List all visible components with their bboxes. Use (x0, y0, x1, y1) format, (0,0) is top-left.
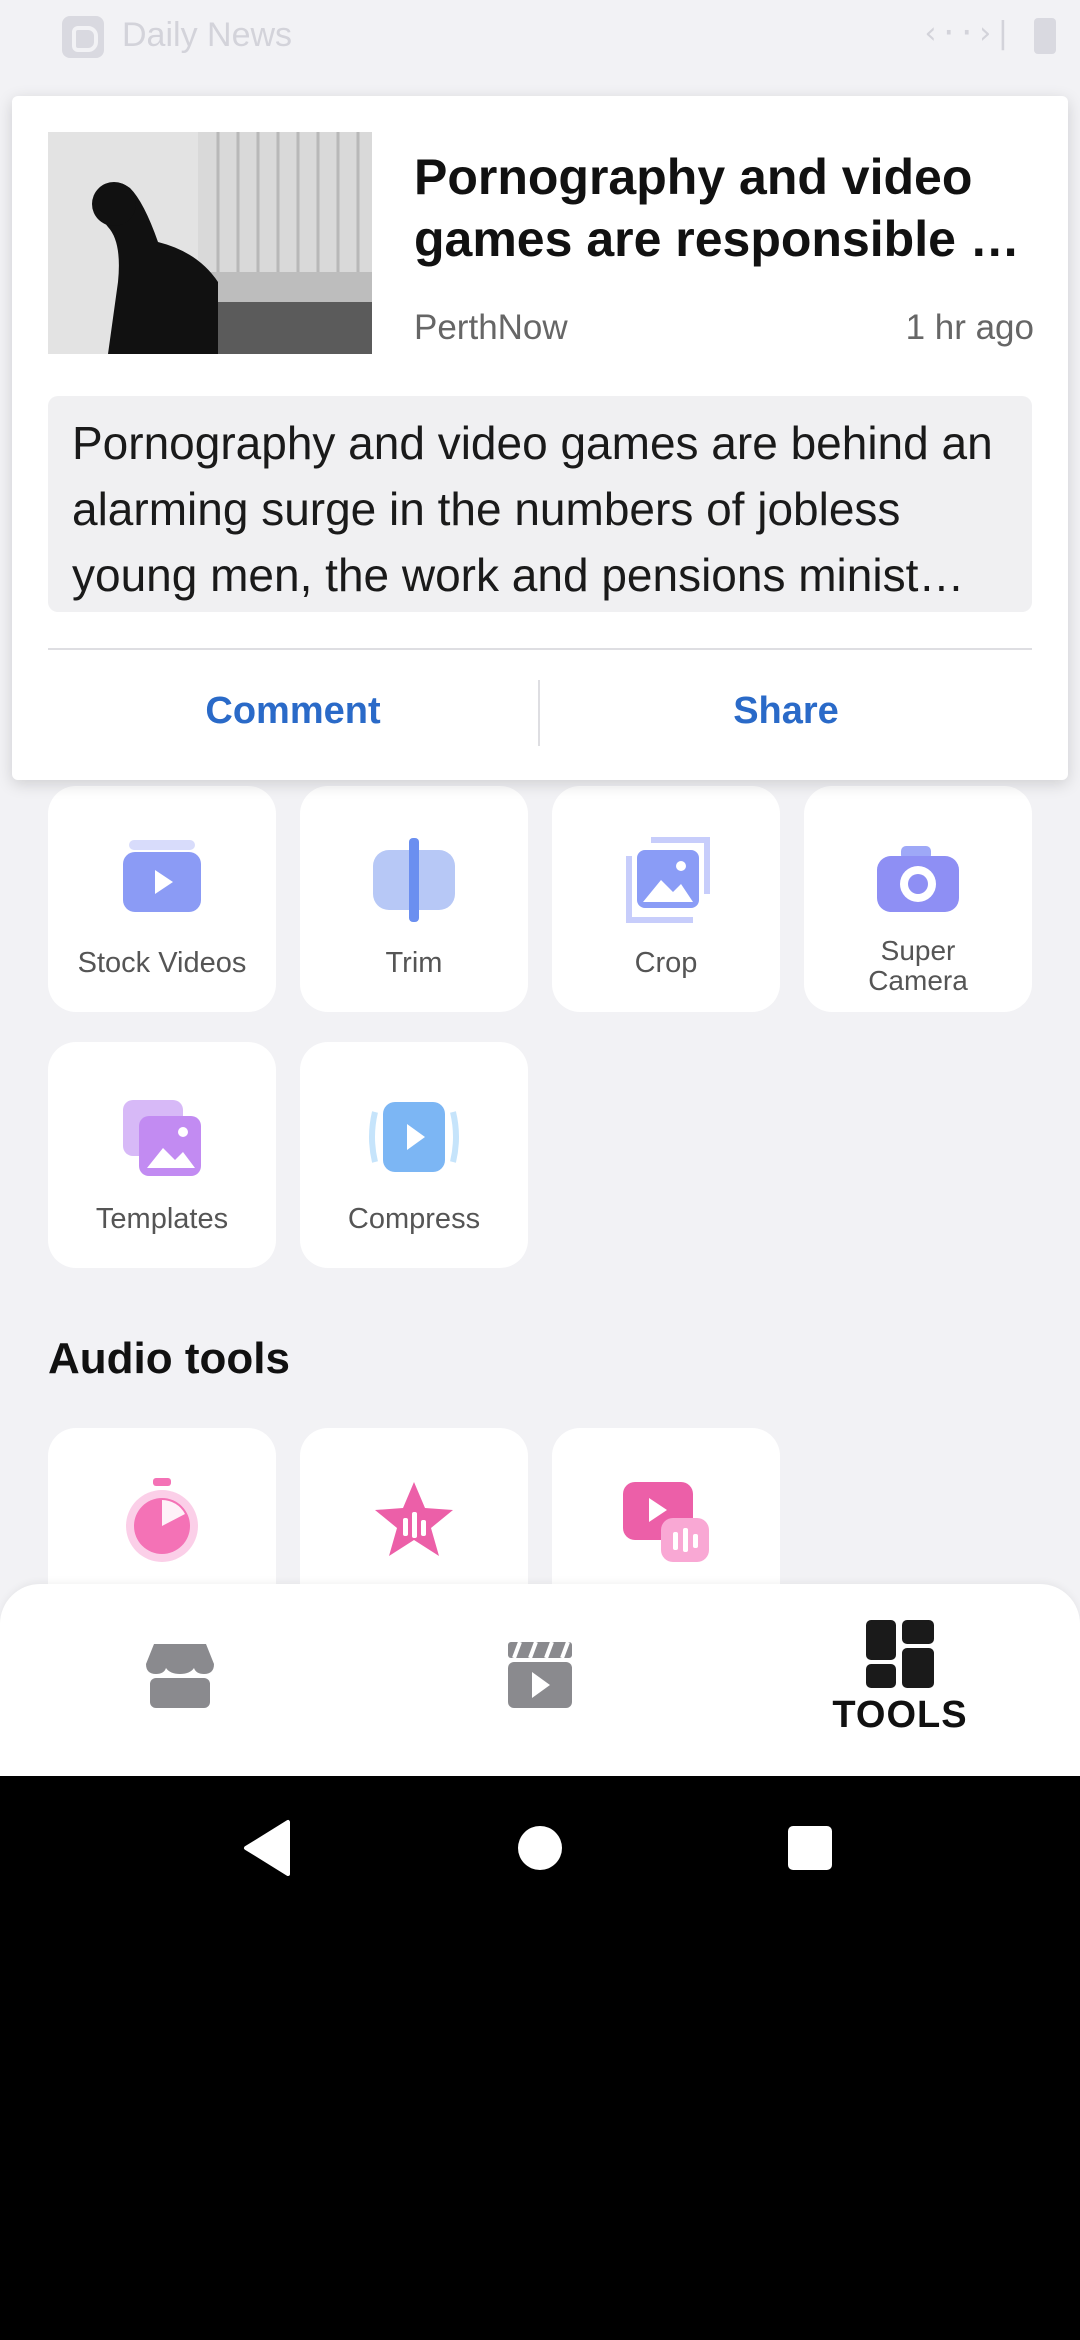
crop-icon (626, 837, 710, 923)
tools-grid-icon (866, 1620, 934, 1688)
tool-label: Compress (347, 1203, 481, 1235)
summary-text: Pornography and video games are behind a… (72, 417, 993, 601)
tool-label: Crop (634, 947, 698, 979)
status-app-title: Daily News (122, 16, 293, 54)
tool-crop[interactable]: Crop (552, 786, 780, 1012)
video-audio-icon (623, 1482, 709, 1562)
news-notification-card[interactable]: Pornography and video games are responsi… (12, 96, 1068, 780)
notification-source: PerthNow (414, 308, 568, 347)
daily-news-app-icon (62, 16, 104, 58)
tool-label: Stock Videos (77, 947, 247, 979)
tool-stock-videos[interactable]: Stock Videos (48, 786, 276, 1012)
bottom-navigation: TOOLS (0, 1584, 1080, 1776)
battery-icon (1034, 18, 1056, 54)
nav-tools-label: TOOLS (832, 1694, 968, 1736)
notification-time: 1 hr ago (905, 308, 1034, 347)
store-icon (146, 1644, 214, 1708)
tool-compress[interactable]: Compress (300, 1042, 528, 1268)
clapperboard-icon (508, 1641, 572, 1708)
templates-icon (123, 1100, 201, 1176)
tool-templates[interactable]: Templates (48, 1042, 276, 1268)
code-icon: ‹··›| (921, 16, 1012, 51)
tool-trim[interactable]: Trim (300, 786, 528, 1012)
tool-super-camera[interactable]: Super Camera (804, 786, 1032, 1012)
audio-tools-heading: Audio tools (48, 1334, 290, 1383)
status-bar: Daily News ‹··›| (0, 0, 1080, 72)
tool-label: Templates (95, 1203, 229, 1235)
nav-videos[interactable] (360, 1584, 720, 1776)
comment-button[interactable]: Comment (48, 690, 538, 733)
stock-videos-icon (123, 840, 201, 912)
nav-tools[interactable]: TOOLS (720, 1584, 1080, 1776)
tool-label: Super Camera (868, 935, 968, 996)
back-icon[interactable] (232, 1812, 304, 1884)
super-camera-icon (877, 846, 959, 912)
trim-icon (373, 838, 455, 922)
tool-label: Trim (385, 947, 443, 979)
recents-icon[interactable] (774, 1812, 846, 1884)
system-navigation-bar (0, 1776, 1080, 1916)
compress-icon (369, 1102, 459, 1172)
timer-music-icon (126, 1478, 198, 1562)
notification-summary: Pornography and video games are behind a… (48, 396, 1032, 612)
article-thumbnail (48, 132, 372, 354)
star-audio-icon (375, 1482, 453, 1556)
notification-headline: Pornography and video games are responsi… (414, 149, 1020, 267)
nav-store[interactable] (0, 1584, 360, 1776)
share-button[interactable]: Share (540, 690, 1032, 733)
home-icon[interactable] (504, 1812, 576, 1884)
divider (48, 648, 1032, 650)
screen: Daily News ‹··›| Stock Videos Trim Crop (0, 0, 1080, 1776)
